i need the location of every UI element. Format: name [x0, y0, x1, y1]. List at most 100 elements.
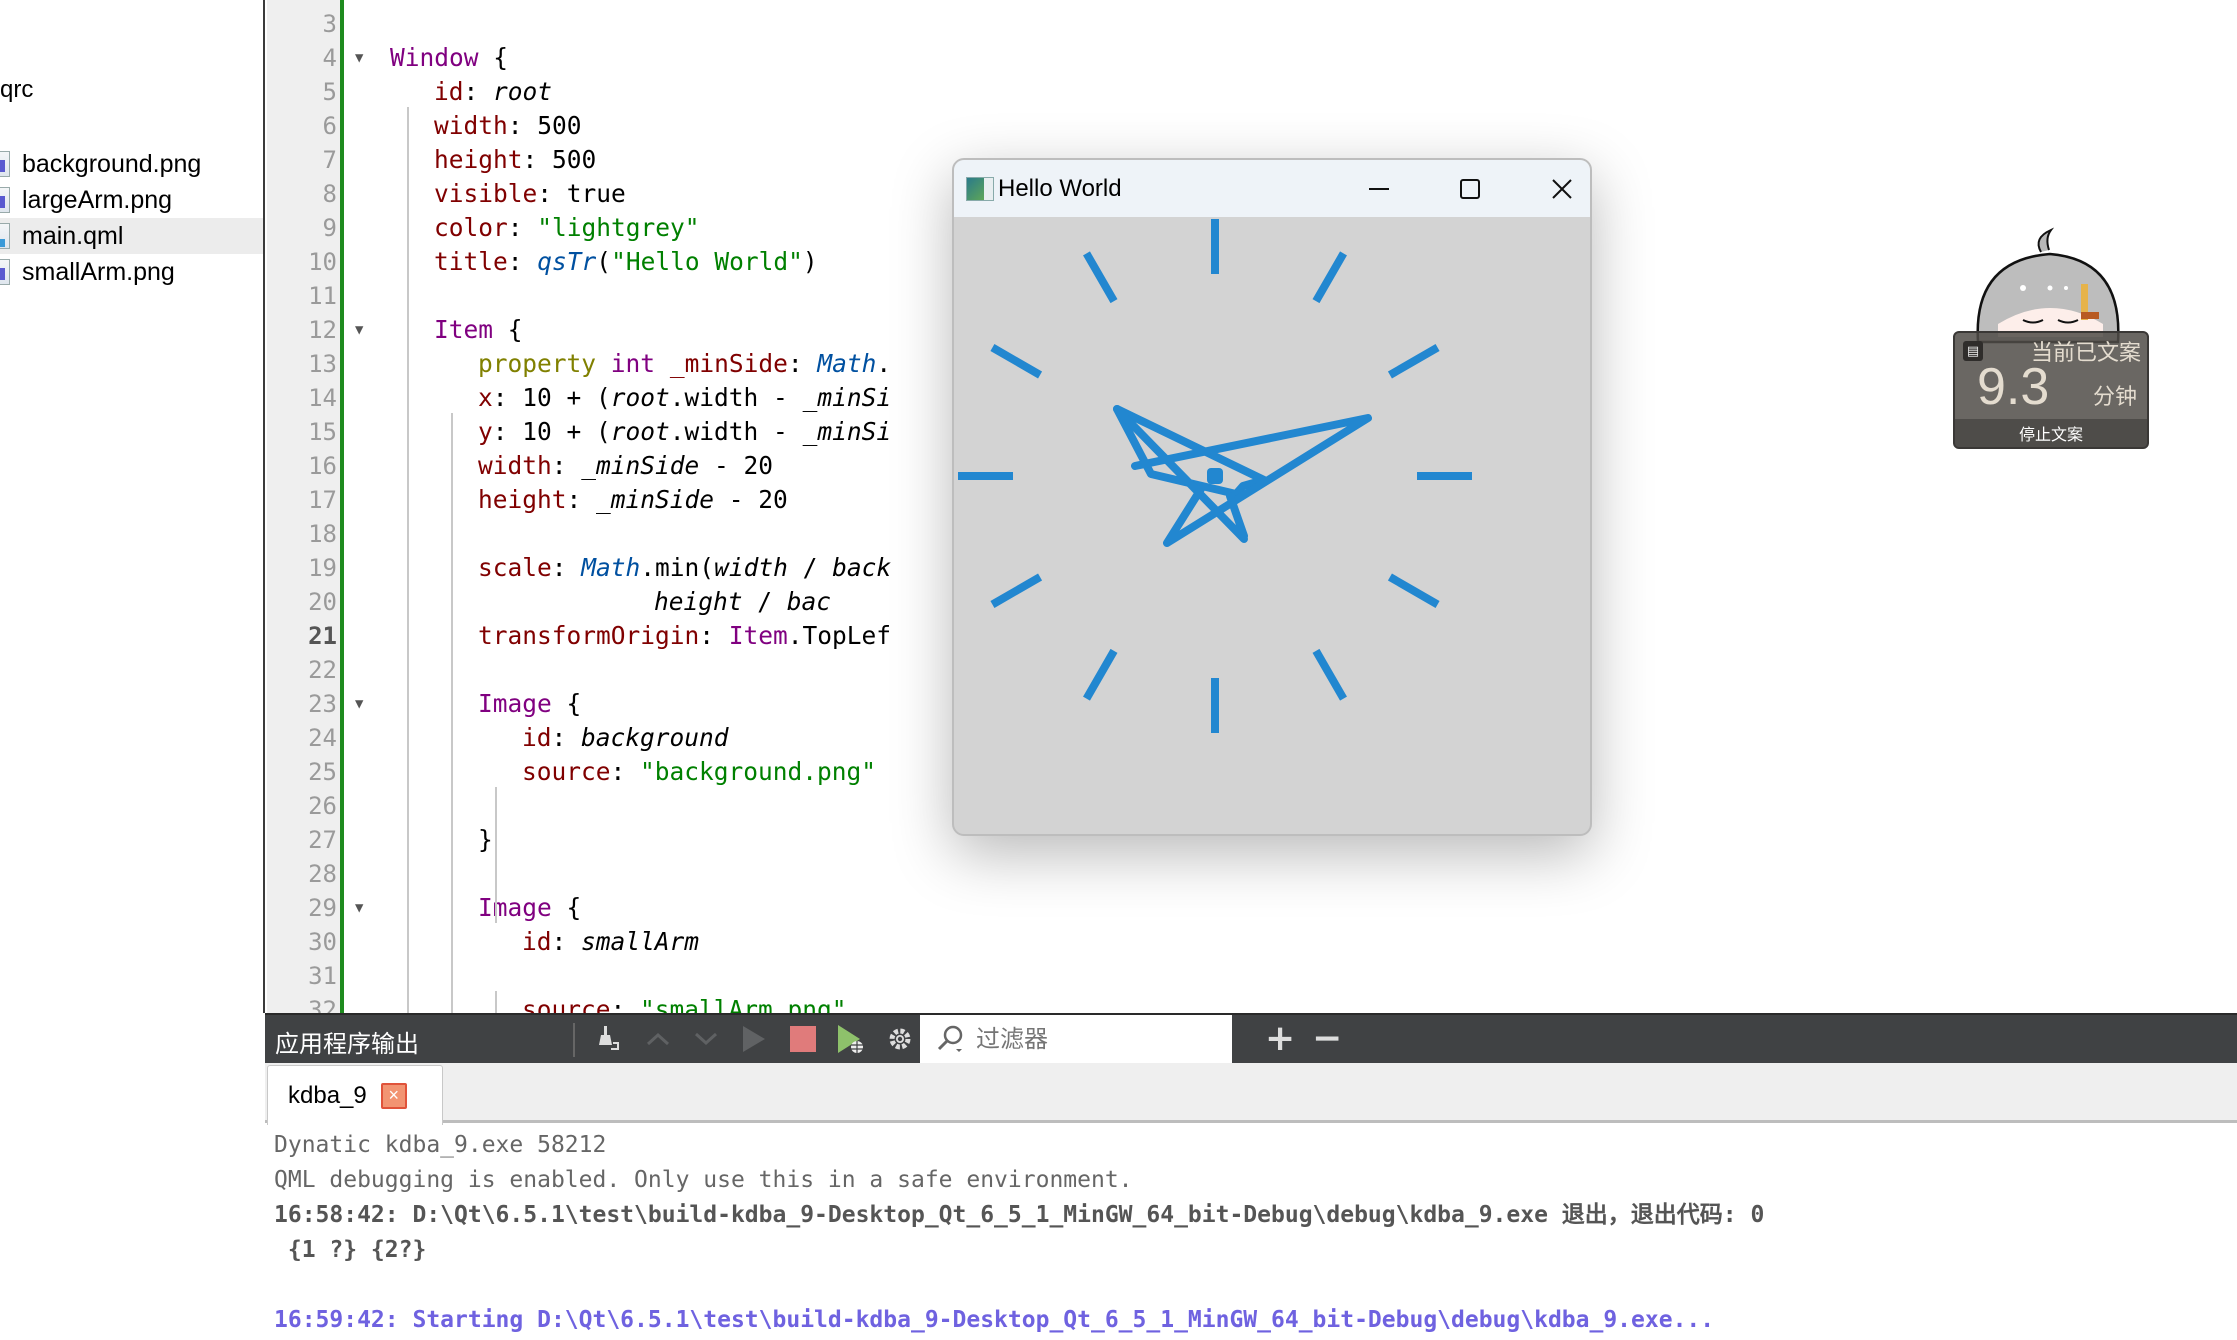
clean-output-button[interactable] — [590, 1021, 626, 1057]
code-token: back — [832, 553, 892, 582]
line-number: 10 — [308, 248, 337, 276]
code-token: : — [463, 77, 494, 106]
code-line: 28 — [267, 857, 2237, 891]
line-number: 27 — [308, 826, 337, 854]
fold-arrow-icon[interactable]: ▼ — [355, 41, 363, 75]
tab-kdba-9[interactable]: kdba_9 × — [267, 1065, 443, 1125]
line-number: 17 — [308, 486, 337, 514]
code-token: background — [581, 723, 729, 752]
window-titlebar[interactable]: Hello World — [954, 160, 1590, 217]
qml-file-icon — [0, 223, 10, 249]
file-item[interactable]: largeArm.png — [0, 182, 263, 218]
stop-icon — [790, 1026, 816, 1052]
code-token: scale — [478, 553, 552, 582]
code-line: 4 ▼ Window { — [267, 41, 2237, 75]
stop-button[interactable] — [785, 1021, 821, 1057]
line-number: 32 — [308, 996, 337, 1013]
code-token: . — [876, 349, 892, 378]
line-number: 25 — [308, 758, 337, 786]
floating-timer-widget[interactable]: ▤ 当前已文案 9.3 分钟 停止文案 — [1953, 212, 2149, 452]
code-text: height: 500 — [434, 143, 596, 177]
code-text: y: 10 + (root.width - _minSi — [478, 415, 891, 449]
code-text: transformOrigin: Item.TopLef — [478, 619, 891, 653]
output-line: 16:58:42: D:\Qt\6.5.1\test\build-kdba_9-… — [274, 1202, 1765, 1228]
code-token: / — [742, 587, 787, 616]
code-line: 29 ▼ Image { — [267, 891, 2237, 925]
image-file-icon — [0, 151, 10, 177]
code-text: scale: Math.min(width / back — [478, 551, 891, 585]
code-token: y — [478, 417, 493, 446]
code-text: height: _minSide - 20 — [478, 483, 788, 517]
minimize-button[interactable] — [1339, 160, 1419, 217]
line-number: 9 — [322, 214, 337, 242]
hour-tick — [1083, 648, 1118, 701]
code-line: 30 id: smallArm — [267, 925, 2237, 959]
line-number: 30 — [308, 928, 337, 956]
toolbar-separator — [573, 1023, 575, 1057]
code-text: } — [478, 823, 493, 857]
file-item[interactable]: background.png — [0, 146, 263, 182]
code-token: Math — [817, 349, 877, 378]
code-token: source — [522, 995, 611, 1013]
run-button[interactable] — [736, 1021, 772, 1057]
line-number: 14 — [308, 384, 337, 412]
hour-tick — [1312, 251, 1347, 304]
settings-button[interactable] — [882, 1021, 918, 1057]
line-number: 29 — [308, 894, 337, 922]
debug-run-icon — [838, 1025, 863, 1053]
fold-arrow-icon[interactable]: ▼ — [355, 687, 363, 721]
code-token: root — [610, 417, 670, 446]
code-token: / — [787, 553, 833, 582]
code-token: : 500 — [507, 111, 582, 140]
tree-root-qrc[interactable]: qrc — [0, 76, 33, 104]
run-icon — [743, 1026, 765, 1052]
clean-icon — [599, 1026, 619, 1050]
code-token: { — [478, 43, 509, 72]
hour-tick — [1387, 573, 1440, 608]
line-number: 12 — [308, 316, 337, 344]
code-token: "background.png" — [640, 757, 877, 786]
code-token: bac — [786, 587, 832, 616]
output-pane-title: 应用程序输出 — [275, 1030, 419, 1058]
file-item[interactable]: main.qml — [0, 218, 263, 254]
code-text: Image { — [478, 687, 581, 721]
maximize-button[interactable] — [1430, 160, 1510, 217]
code-text: Item { — [434, 313, 523, 347]
code-line: 6 width: 500 — [267, 109, 2237, 143]
code-line: 3 — [267, 7, 2237, 41]
filter-input[interactable] — [976, 1025, 1206, 1053]
add-button[interactable]: + — [1265, 1019, 1295, 1059]
next-button[interactable] — [688, 1021, 724, 1057]
code-token: color — [434, 213, 508, 242]
code-token: { — [493, 315, 523, 344]
code-token: .width - — [669, 417, 803, 446]
close-button[interactable] — [1522, 160, 1590, 217]
stop-button[interactable]: 停止文案 — [1955, 419, 2147, 447]
line-number: 23 — [308, 690, 337, 718]
line-number: 15 — [308, 418, 337, 446]
gear-icon — [889, 1028, 911, 1050]
fold-arrow-icon[interactable]: ▼ — [355, 313, 363, 347]
code-token: : — [566, 485, 597, 514]
code-token: .TopLef — [787, 621, 892, 650]
line-number: 19 — [308, 554, 337, 582]
line-number: 3 — [322, 10, 337, 38]
application-output[interactable]: Dynatic kdba_9.exe 58212 QML debugging is… — [265, 1126, 2237, 1340]
code-token: Item — [728, 621, 788, 650]
timer-unit: 分钟 — [2092, 385, 2137, 410]
line-number: 31 — [308, 962, 337, 990]
code-token: transformOrigin — [478, 621, 700, 650]
code-token: "smallArm.png" — [640, 995, 847, 1013]
code-token: qsTr — [537, 247, 597, 276]
code-token: Window — [390, 43, 479, 72]
remove-button[interactable]: − — [1312, 1019, 1342, 1059]
code-token: Math — [581, 553, 641, 582]
filter-field[interactable] — [920, 1015, 1232, 1063]
file-item[interactable]: smallArm.png — [0, 254, 263, 290]
debug-run-button[interactable] — [833, 1021, 869, 1057]
code-text: source: "smallArm.png" — [522, 993, 847, 1013]
close-tab-icon[interactable]: × — [380, 1082, 407, 1109]
prev-button[interactable] — [640, 1021, 676, 1057]
code-token: : — [787, 349, 818, 378]
fold-arrow-icon[interactable]: ▼ — [355, 891, 363, 925]
